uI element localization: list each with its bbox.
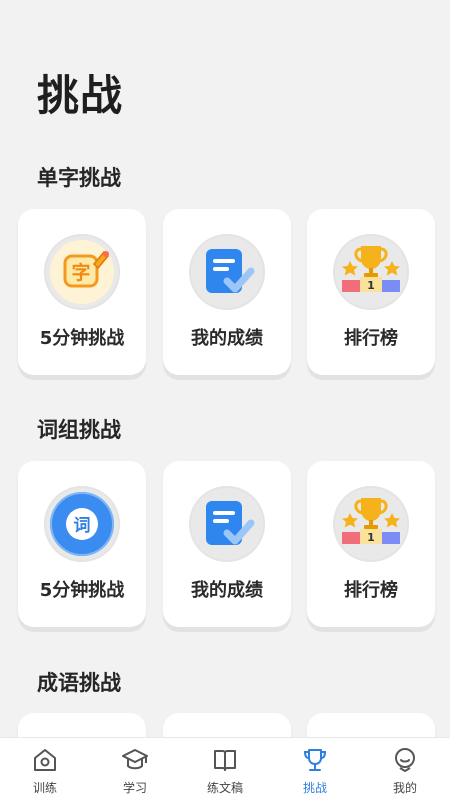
single-char-card-row: 字 5分钟挑战 我的成绩 1 排行榜	[18, 209, 436, 379]
tab-label: 练文稿	[206, 781, 243, 795]
home-icon	[34, 749, 56, 771]
tab-study[interactable]: 学习	[90, 738, 180, 800]
profile-icon	[395, 748, 415, 772]
tab-label: 学习	[122, 781, 147, 795]
tab-label: 我的	[392, 781, 417, 795]
card-leaderboard[interactable]: 1 排行榜	[307, 461, 435, 627]
card-leaderboard[interactable]: 1 排行榜	[307, 209, 435, 375]
card-label: 排行榜	[344, 328, 398, 349]
section-title-single-char: 单字挑战	[37, 166, 121, 190]
tab-label: 训练	[32, 781, 57, 795]
card-label: 5分钟挑战	[39, 328, 125, 349]
character-char-icon: 字	[44, 234, 120, 310]
section-title-phrase: 词组挑战	[37, 418, 121, 442]
word-glyph: 词	[74, 516, 91, 536]
open-book-icon	[214, 750, 236, 771]
card-5min-challenge[interactable]: 字 5分钟挑战	[18, 209, 146, 375]
tab-label: 挑战	[302, 781, 327, 795]
word-badge-icon: 词	[44, 486, 120, 562]
card-label: 5分钟挑战	[39, 580, 125, 601]
card-label: 我的成绩	[191, 328, 263, 349]
section-title-idiom: 成语挑战	[37, 671, 121, 695]
score-document-icon	[189, 486, 265, 562]
page-title: 挑战	[37, 71, 124, 120]
trophy-podium-icon: 1	[333, 234, 409, 310]
tab-challenge[interactable]: 挑战	[270, 738, 360, 800]
card-my-scores[interactable]: 我的成绩	[163, 461, 291, 627]
score-document-icon	[189, 234, 265, 310]
phrase-card-row: 词 5分钟挑战 我的成绩 1 排行榜	[18, 461, 436, 631]
card-label: 排行榜	[344, 580, 398, 601]
podium-rank: 1	[367, 531, 375, 544]
card-my-scores[interactable]: 我的成绩	[163, 209, 291, 375]
trophy-icon	[303, 749, 327, 771]
podium-rank: 1	[367, 279, 375, 292]
graduation-cap-icon	[122, 749, 148, 770]
tab-mine[interactable]: 我的	[360, 738, 450, 800]
tab-practice-text[interactable]: 练文稿	[180, 738, 270, 800]
tab-training[interactable]: 训练	[0, 738, 90, 800]
bottom-tab-bar: 训练 学习 练文稿 挑战 我的	[0, 737, 450, 800]
card-5min-challenge[interactable]: 词 5分钟挑战	[18, 461, 146, 627]
card-label: 我的成绩	[191, 580, 263, 601]
char-glyph: 字	[71, 261, 90, 284]
trophy-podium-icon: 1	[333, 486, 409, 562]
